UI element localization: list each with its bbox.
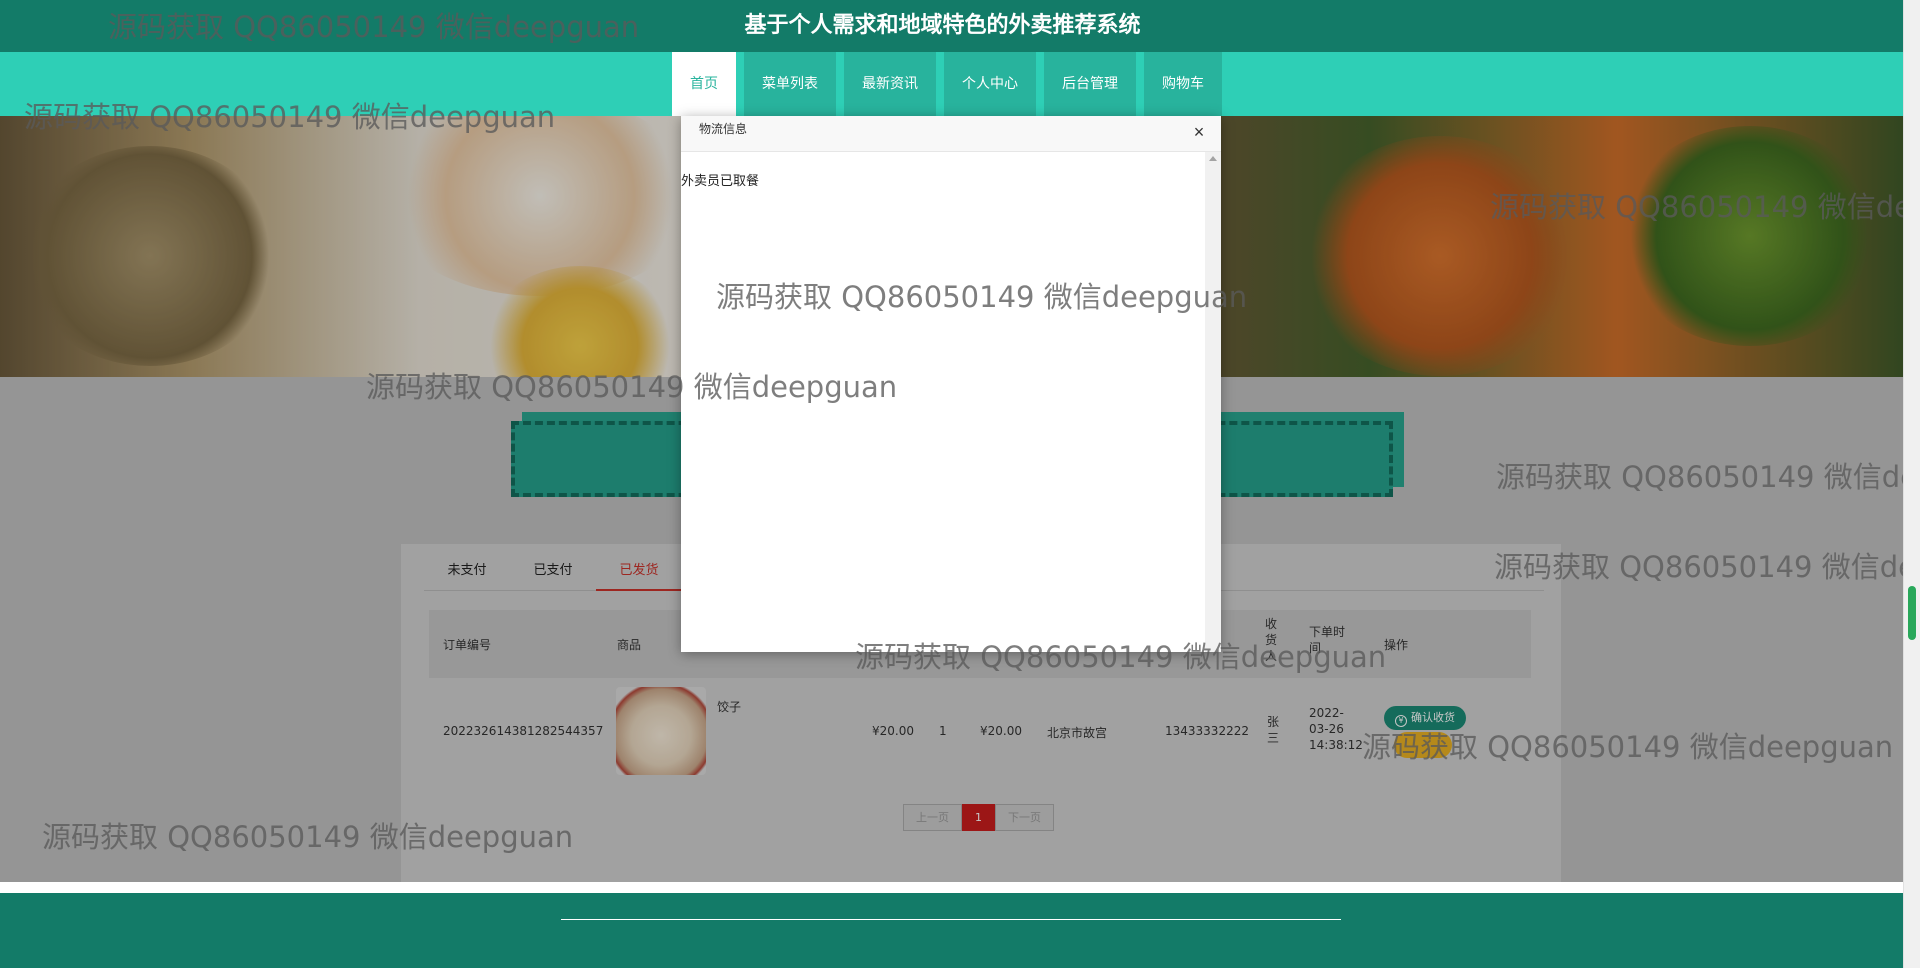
order-number: 20223261438128254​4357 — [443, 724, 604, 738]
tab-paid[interactable]: 已支付 — [510, 553, 596, 591]
pagination: 上一页 1 下一页 — [903, 804, 1054, 831]
product-name[interactable]: 饺子 — [717, 698, 741, 715]
column-product: 商品 — [617, 638, 642, 652]
column-action: 操作 — [1384, 638, 1409, 652]
main-nav: 首页 菜单列表 最新资讯 个人中心 后台管理 购物车 — [0, 52, 1903, 116]
phone: 13433332222 — [1165, 724, 1249, 738]
nav-menu: 首页 菜单列表 最新资讯 个人中心 后台管理 购物车 — [672, 52, 1222, 116]
dialog-scrollbar[interactable] — [1205, 152, 1221, 652]
page-scrollbar[interactable] — [1903, 0, 1920, 968]
order-time: 2022-03-26 14:38:12 — [1309, 706, 1363, 752]
confirm-receipt-label: 确认收货 — [1411, 711, 1455, 724]
next-page-button[interactable]: 下一页 — [995, 804, 1054, 831]
yen-icon: ¥ — [1395, 715, 1407, 727]
quantity: 1 — [939, 724, 947, 738]
prev-page-button[interactable]: 上一页 — [903, 804, 962, 831]
page-1-button[interactable]: 1 — [962, 804, 995, 831]
dialog-body: 外卖员已取餐 — [681, 152, 1205, 652]
nav-item-cart[interactable]: 购物车 — [1144, 52, 1222, 116]
product-image[interactable] — [616, 687, 706, 775]
confirm-receipt-button[interactable]: ¥ 确认收货 — [1384, 706, 1466, 730]
nav-item-news[interactable]: 最新资讯 — [844, 52, 936, 116]
site-title: 基于个人需求和地域特色的外卖推荐系统 — [744, 13, 1141, 38]
total-price: ¥20.00 — [980, 724, 1022, 738]
address: 北京市故宫 — [1047, 726, 1108, 740]
page-scrollbar-thumb[interactable] — [1908, 586, 1916, 640]
nav-item-admin[interactable]: 后台管理 — [1044, 52, 1136, 116]
column-recipient: 收货人 — [1264, 617, 1277, 663]
top-header: 基于个人需求和地域特色的外卖推荐系统 — [0, 0, 1903, 52]
footer — [0, 893, 1903, 968]
recipient: 张三 — [1267, 715, 1280, 745]
table-row: 20223261438128254​4357 饺子 ¥20.00 1 ¥20.0… — [429, 682, 1531, 778]
page: 基于个人需求和地域特色的外卖推荐系统 首页 菜单列表 最新资讯 个人中心 后台管… — [0, 0, 1903, 968]
logistics-status-text: 外卖员已取餐 — [681, 174, 760, 189]
footer-divider — [561, 919, 1341, 920]
scroll-up-arrow-icon[interactable] — [1209, 156, 1217, 161]
tab-unpaid[interactable]: 未支付 — [424, 553, 510, 591]
tab-shipped[interactable]: 已发货 — [596, 553, 682, 591]
dialog-header: 物流信息 × — [681, 116, 1221, 152]
nav-item-personal-center[interactable]: 个人中心 — [944, 52, 1036, 116]
column-order-no: 订单编号 — [443, 638, 492, 652]
highlight-marker — [1394, 732, 1452, 758]
close-icon[interactable]: × — [1189, 122, 1209, 142]
logistics-dialog: 物流信息 × 外卖员已取餐 — [681, 116, 1221, 652]
dialog-title: 物流信息 — [699, 122, 748, 136]
nav-item-home[interactable]: 首页 — [672, 52, 736, 116]
nav-item-menu-list[interactable]: 菜单列表 — [744, 52, 836, 116]
column-order-time: 下单时间 — [1309, 625, 1346, 655]
unit-price: ¥20.00 — [872, 724, 914, 738]
